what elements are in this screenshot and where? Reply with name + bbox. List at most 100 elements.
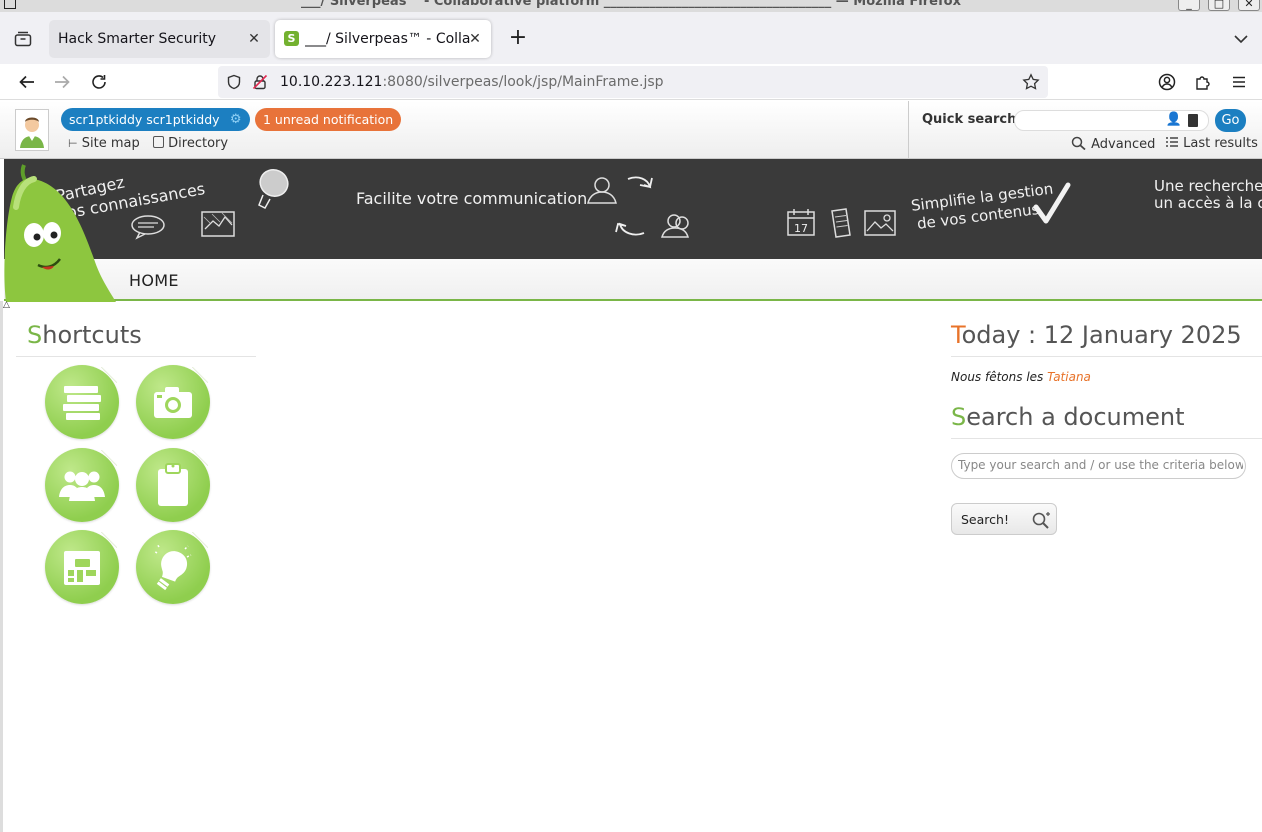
url-text[interactable]: 10.10.223.121:8080/silverpeas/look/jsp/M… bbox=[280, 74, 664, 90]
menu-home-link[interactable]: HOME bbox=[129, 271, 179, 290]
banner-slogan-communication: Facilite votre communication bbox=[356, 189, 588, 208]
calendar-sketch-icon: 17 bbox=[787, 209, 815, 236]
silverpeas-header: scr1ptkiddy scr1ptkiddy ⚙ 1 unread notif… bbox=[0, 101, 1262, 159]
user-search-icon[interactable]: 👤 bbox=[1166, 112, 1182, 127]
hamburger-menu-icon[interactable] bbox=[1225, 68, 1253, 96]
site-info-shield-icon[interactable] bbox=[226, 74, 242, 90]
user-name-label: scr1ptkiddy scr1ptkiddy bbox=[69, 112, 220, 127]
lightbulb-icon bbox=[153, 543, 192, 591]
directory-icon bbox=[153, 136, 164, 148]
checkmark-sketch-icon bbox=[1033, 182, 1071, 224]
search-document-divider bbox=[951, 438, 1262, 439]
document-search-icon[interactable] bbox=[1188, 114, 1198, 127]
communication-people-icon bbox=[587, 176, 689, 238]
user-name-button[interactable]: scr1ptkiddy scr1ptkiddy ⚙ bbox=[61, 108, 250, 131]
banner-slogan-search-line2: un accès à la co bbox=[1154, 194, 1262, 212]
search-title-initial: S bbox=[951, 403, 967, 431]
shortcuts-title-rest: hortcuts bbox=[42, 321, 142, 349]
minimize-button[interactable]: _ bbox=[1178, 0, 1200, 11]
quick-search-area: Quick search 👤 Go Advanced Last results bbox=[908, 101, 1262, 159]
search-title-rest: earch a document bbox=[966, 403, 1185, 431]
tab-hack-smarter-security[interactable]: Hack Smarter Security ✕ bbox=[49, 20, 270, 58]
quick-search-input[interactable]: 👤 bbox=[1014, 110, 1209, 131]
url-path: :8080/silverpeas/look/jsp/MainFrame.jsp bbox=[382, 74, 664, 90]
magnifier-plus-icon bbox=[1071, 136, 1086, 151]
shortcuts-divider bbox=[16, 356, 256, 357]
bookmark-star-icon[interactable] bbox=[1022, 73, 1040, 91]
advanced-search-link[interactable]: Advanced bbox=[1071, 136, 1155, 152]
document-search-input[interactable] bbox=[958, 458, 1243, 472]
window-title: ___/ Silverpeas™ - Collaborative platfor… bbox=[301, 0, 961, 9]
tab-silverpeas[interactable]: S ___/ Silverpeas™ - Collaborative platf… bbox=[275, 20, 491, 58]
tab-close-icon[interactable]: ✕ bbox=[465, 29, 485, 49]
search-document-button[interactable]: Search! bbox=[951, 503, 1057, 535]
close-window-button[interactable]: ✕ bbox=[1238, 0, 1260, 11]
list-all-tabs-chevron-icon[interactable] bbox=[1228, 26, 1254, 52]
navigation-bar: 10.10.223.121:8080/silverpeas/look/jsp/M… bbox=[0, 64, 1262, 100]
banner-slogan-search-line1: Une recherche bbox=[1154, 177, 1262, 195]
speech-bubbles-icon bbox=[131, 215, 165, 240]
reload-icon[interactable] bbox=[85, 68, 113, 96]
shortcut-ideas-button[interactable] bbox=[136, 530, 210, 604]
avatar[interactable] bbox=[15, 109, 49, 151]
silverpeas-favicon-icon: S bbox=[284, 31, 299, 46]
document-sketch-icon bbox=[831, 208, 851, 238]
shortcut-calendar-button[interactable] bbox=[45, 530, 119, 604]
url-host: 10.10.223.121 bbox=[280, 74, 383, 90]
feast-of-day: Nous fêtons les Tatiana bbox=[951, 370, 1091, 384]
site-map-label: Site map bbox=[81, 136, 140, 151]
extensions-puzzle-icon[interactable] bbox=[1189, 68, 1217, 96]
shortcuts-title: Shortcuts bbox=[27, 321, 142, 349]
calendar-day-text: 17 bbox=[794, 222, 808, 235]
lightbulb-sketch-icon bbox=[258, 169, 289, 209]
last-results-link[interactable]: Last results bbox=[1165, 136, 1258, 151]
camera-icon bbox=[154, 387, 192, 418]
tab-strip: Hack Smarter Security ✕ S ___/ Silverpea… bbox=[0, 12, 1262, 64]
tab-list-icon[interactable] bbox=[10, 26, 36, 52]
group-icon bbox=[59, 471, 105, 501]
today-divider bbox=[951, 356, 1262, 357]
new-tab-button[interactable]: + bbox=[505, 26, 531, 52]
silverpeas-banner: Partagez vos connaissances Facilite votr… bbox=[4, 159, 1262, 259]
search-button-label: Search! bbox=[961, 512, 1009, 527]
map-sketch-icon bbox=[201, 211, 235, 237]
directory-link[interactable]: Directory bbox=[153, 136, 228, 151]
calendar-board-icon bbox=[64, 551, 100, 585]
left-page-border bbox=[0, 301, 3, 832]
document-search-field[interactable] bbox=[951, 453, 1246, 479]
today-title-rest: oday : 12 January 2025 bbox=[961, 321, 1242, 349]
collapse-caret-up-icon[interactable]: △ bbox=[3, 300, 10, 310]
tab-close-icon[interactable]: ✕ bbox=[244, 29, 264, 49]
magnifier-plus-icon bbox=[1032, 512, 1050, 529]
quick-search-go-button[interactable]: Go bbox=[1215, 109, 1246, 132]
quick-search-label: Quick search bbox=[922, 112, 1017, 127]
main-menu-bar: HOME bbox=[4, 259, 1262, 301]
feast-name: Tatiana bbox=[1047, 370, 1091, 384]
maximize-button[interactable]: □ bbox=[1208, 0, 1230, 11]
url-bar[interactable]: 10.10.223.121:8080/silverpeas/look/jsp/M… bbox=[218, 66, 1048, 98]
shortcut-tasks-button[interactable] bbox=[136, 448, 210, 522]
tab-label: Hack Smarter Security bbox=[58, 31, 217, 47]
today-title: Today : 12 January 2025 bbox=[951, 321, 1242, 349]
sitemap-icon: ⊢ bbox=[68, 137, 78, 150]
last-results-label: Last results bbox=[1183, 136, 1258, 151]
books-icon bbox=[63, 386, 101, 420]
today-title-initial: T bbox=[951, 321, 962, 349]
shortcut-books-button[interactable] bbox=[45, 365, 119, 439]
unread-notification-badge[interactable]: 1 unread notification bbox=[255, 108, 402, 131]
window-titlebar: ___/ Silverpeas™ - Collaborative platfor… bbox=[0, 0, 1262, 12]
advanced-label: Advanced bbox=[1091, 137, 1156, 152]
account-icon[interactable] bbox=[1153, 68, 1181, 96]
shortcuts-title-initial: S bbox=[27, 321, 43, 349]
shortcut-photo-button[interactable] bbox=[136, 365, 210, 439]
forward-arrow-icon[interactable] bbox=[48, 68, 76, 96]
list-icon bbox=[1166, 137, 1178, 147]
shortcut-community-button[interactable] bbox=[45, 448, 119, 522]
site-map-link[interactable]: ⊢ Site map bbox=[68, 136, 140, 151]
insecure-lock-icon[interactable] bbox=[252, 74, 268, 90]
tab-label: ___/ Silverpeas™ - Collaborative platfor… bbox=[305, 31, 470, 47]
back-arrow-icon[interactable] bbox=[13, 68, 41, 96]
search-document-title: Search a document bbox=[951, 403, 1185, 431]
gear-icon[interactable]: ⚙ bbox=[230, 108, 242, 131]
image-sketch-icon bbox=[864, 210, 896, 236]
